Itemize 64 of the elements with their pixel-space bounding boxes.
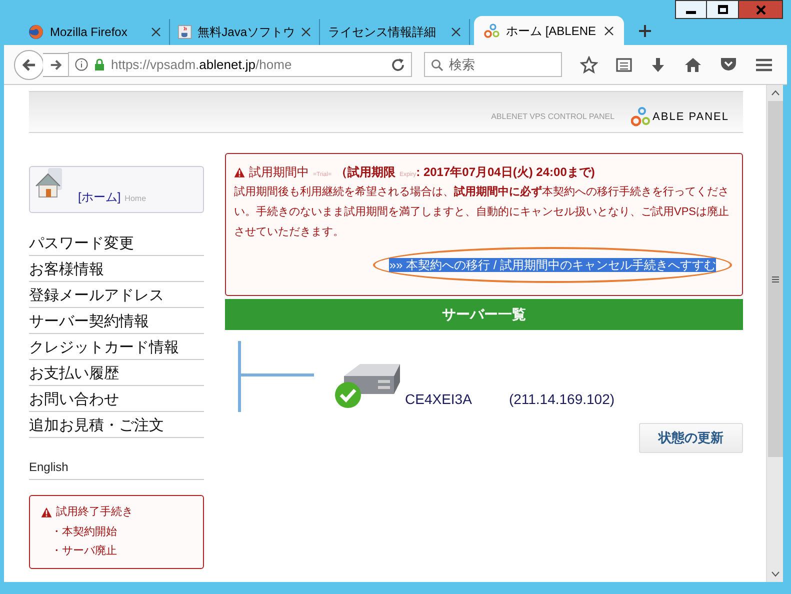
- sidebar-link[interactable]: お客様情報: [29, 256, 204, 282]
- home-subtitle: Home: [124, 193, 146, 205]
- server-list-header: サーバー一覧: [225, 299, 743, 330]
- close-icon[interactable]: [151, 27, 161, 37]
- sidebar-link[interactable]: お支払い履歴: [29, 360, 204, 386]
- forward-button[interactable]: [43, 52, 69, 76]
- home-icon[interactable]: [684, 56, 702, 72]
- warning-icon: [234, 166, 245, 178]
- coffee-cup-icon: [178, 24, 192, 40]
- tab-title: ホーム [ABLENE: [506, 22, 598, 40]
- deadline-label: （試用期限: [335, 164, 396, 181]
- lock-icon: [94, 58, 105, 71]
- circles-icon: [484, 22, 500, 38]
- logo-text: ABLE PANEL: [652, 110, 729, 125]
- back-button[interactable]: [14, 50, 44, 80]
- deadline-date: : 2017年07月04日(火) 24:00まで): [416, 164, 595, 181]
- tagline: ABLENET VPS CONTROL PANEL: [491, 111, 615, 123]
- language-link[interactable]: English: [29, 458, 204, 480]
- trial-end-link[interactable]: ・サーバ廃止: [51, 543, 192, 560]
- download-icon[interactable]: [650, 56, 666, 72]
- proceed-link[interactable]: »» 本契約への移行 / 試用期間中のキャンセル手続きへすすむ: [389, 258, 716, 272]
- reload-icon[interactable]: [391, 58, 405, 72]
- maximize-button[interactable]: [707, 0, 739, 19]
- scrollbar-thumb[interactable]: [768, 101, 782, 457]
- globe-icon: [28, 24, 44, 40]
- warning-icon: [41, 506, 52, 518]
- pocket-icon[interactable]: [720, 57, 737, 72]
- address-field[interactable]: https://vpsadm.ablenet.jp/home: [68, 52, 412, 77]
- sidebar-link[interactable]: 追加お見積・ご注文: [29, 412, 204, 438]
- trial-end-link[interactable]: ・本契約開始: [51, 524, 192, 540]
- trial-end-title: 試用終了手続き: [56, 505, 133, 520]
- sidebar-link[interactable]: お問い合わせ: [29, 386, 204, 412]
- logo-icon: [630, 107, 651, 127]
- sidebar-link[interactable]: パスワード変更: [29, 230, 204, 256]
- alert-message: 試用期間後も利用継続を希望される場合は、試用期間中に必ず本契約への移行手続きを行ってください。手続きのないまま試用期間を満了しますと、自動的にキャンセル扱いとなり、ご試用VPSは廃止させていただきます。: [234, 184, 730, 240]
- refresh-status-button[interactable]: 状態の更新: [639, 423, 743, 453]
- tab-title: ライセンス情報詳細: [328, 24, 437, 41]
- plus-icon[interactable]: [638, 24, 652, 38]
- close-icon: [756, 4, 766, 14]
- list-icon[interactable]: [616, 56, 632, 72]
- server-name[interactable]: CE4XEI3A: [405, 389, 472, 410]
- info-icon: [75, 58, 88, 71]
- server-ip: (211.14.169.102): [508, 390, 615, 409]
- left-arrow-icon: [22, 58, 36, 72]
- close-icon[interactable]: [604, 26, 614, 36]
- sidebar-link[interactable]: 登録メールアドレス: [29, 282, 204, 308]
- url-text: https://vpsadm.ablenet.jp/home: [111, 56, 293, 74]
- menu-icon[interactable]: [755, 58, 773, 72]
- right-arrow-icon: [50, 58, 62, 70]
- search-field[interactable]: 検索: [424, 52, 562, 77]
- search-icon: [431, 59, 443, 71]
- tab-title: 無料Javaソフトウ: [198, 24, 295, 41]
- close-icon[interactable]: [451, 27, 461, 37]
- home-link[interactable]: [ホーム]: [78, 188, 121, 206]
- close-icon[interactable]: [301, 27, 311, 37]
- alert-title: 試用期間中: [249, 164, 309, 181]
- browser-tab[interactable]: ホーム [ABLENE: [474, 16, 624, 45]
- star-icon[interactable]: [580, 56, 598, 74]
- sidebar-link[interactable]: サーバー契約情報: [29, 308, 204, 334]
- tab-title: Mozilla Firefox: [50, 24, 128, 41]
- grip-icon: [772, 276, 778, 282]
- sidebar-link[interactable]: クレジットカード情報: [29, 334, 204, 360]
- minimize-button[interactable]: [675, 0, 707, 19]
- close-button[interactable]: [739, 0, 783, 19]
